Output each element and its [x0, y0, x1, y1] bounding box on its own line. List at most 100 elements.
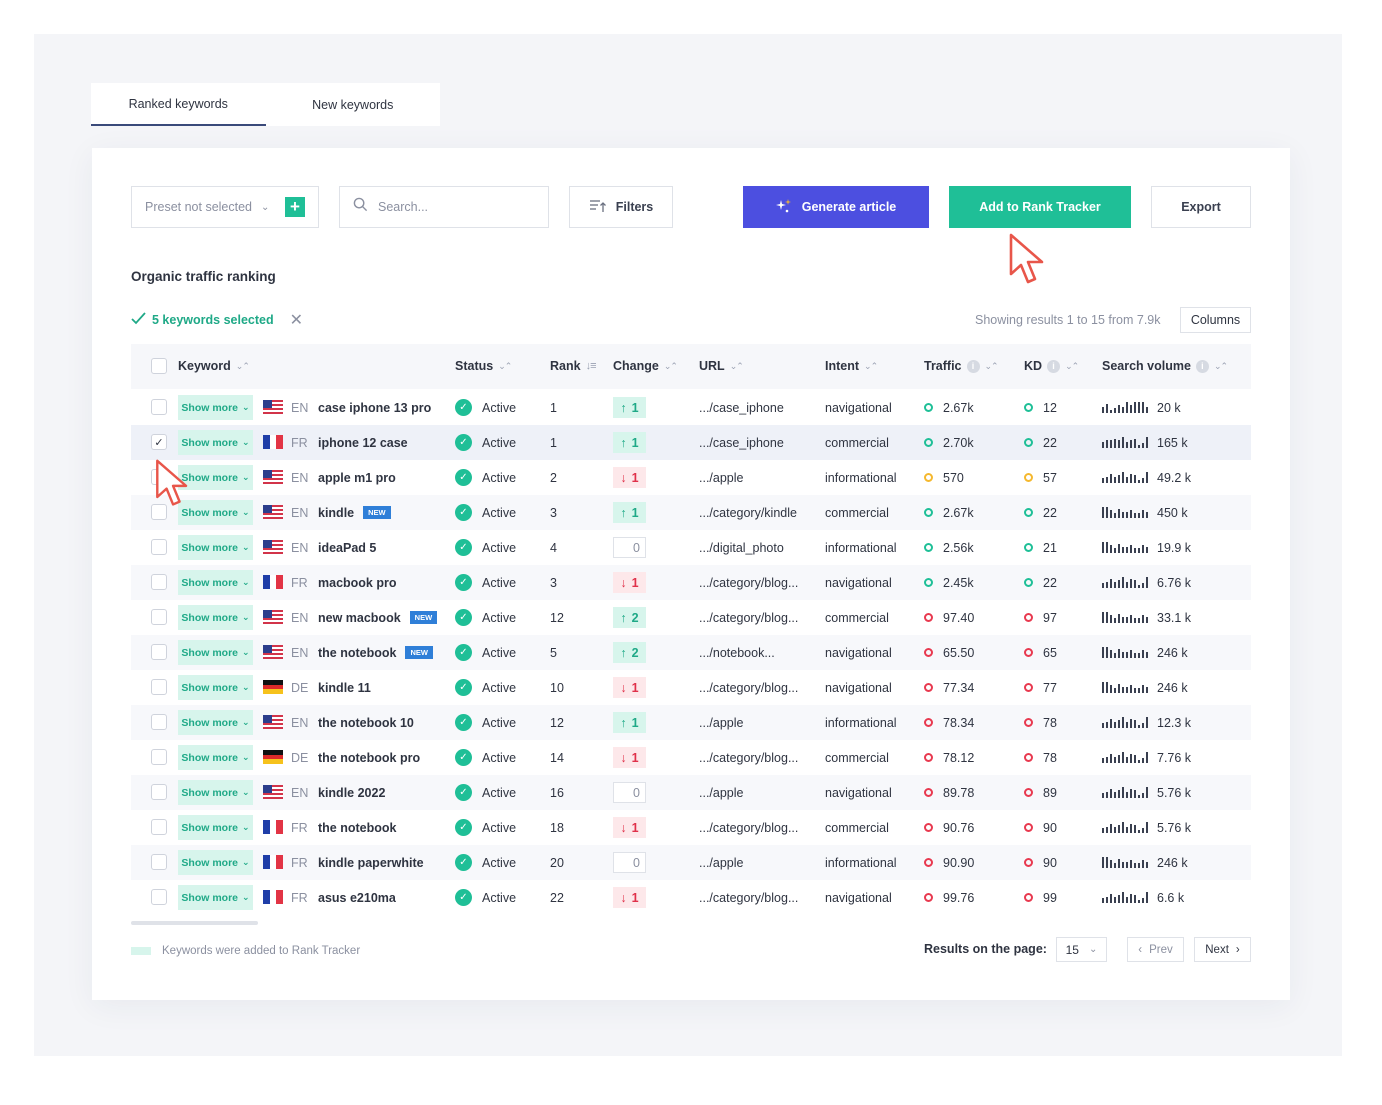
url-link[interactable]: .../category/blog... [699, 740, 798, 775]
url-link[interactable]: .../category/blog... [699, 810, 798, 845]
row-checkbox[interactable]: ✓ [151, 434, 167, 450]
keyword-cell[interactable]: macbook pro [318, 565, 397, 600]
header-intent[interactable]: Intent ⌄⌃ [825, 359, 878, 373]
show-more-button[interactable]: Show more ⌄ [178, 675, 253, 700]
columns-button[interactable]: Columns [1180, 307, 1251, 333]
search-input[interactable] [378, 200, 528, 214]
next-page-button[interactable]: Next › [1194, 937, 1251, 962]
table-row[interactable]: Show more ⌄ DE kindle 11 ✓ Active 10 ↓ 1 ..… [131, 670, 1251, 705]
row-checkbox[interactable] [151, 679, 167, 695]
row-checkbox[interactable] [151, 854, 167, 870]
url-link[interactable]: .../category/blog... [699, 880, 798, 915]
table-row[interactable]: Show more ⌄ DE the notebook pro ✓ Active 1… [131, 740, 1251, 775]
table-row[interactable]: Show more ⌄ EN apple m1 pro ✓ Active 2 ↓ 1 … [131, 460, 1251, 495]
keyword-cell[interactable]: kindle NEW [318, 495, 391, 530]
show-more-button[interactable]: Show more ⌄ [178, 780, 253, 805]
url-link[interactable]: .../digital_photo [699, 530, 784, 565]
info-icon[interactable]: i [1195, 359, 1209, 373]
tab-new-keywords[interactable]: New keywords [266, 83, 441, 126]
url-link[interactable]: .../category/blog... [699, 565, 798, 600]
export-button[interactable]: Export [1151, 186, 1251, 228]
show-more-button[interactable]: Show more ⌄ [178, 815, 253, 840]
filters-button[interactable]: Filters [569, 186, 673, 228]
table-row[interactable]: Show more ⌄ FR the notebook ✓ Active 18 ↓ 1… [131, 810, 1251, 845]
url-link[interactable]: .../apple [699, 845, 743, 880]
row-checkbox[interactable] [151, 539, 167, 555]
table-row[interactable]: Show more ⌄ EN case iphone 13 pro ✓ Active… [131, 390, 1251, 425]
show-more-button[interactable]: Show more ⌄ [178, 640, 253, 665]
show-more-button[interactable]: Show more ⌄ [178, 605, 253, 630]
table-row[interactable]: Show more ⌄ EN kindle NEW ✓ Active 3 ↑ 1 ...… [131, 495, 1251, 530]
row-checkbox[interactable] [151, 714, 167, 730]
clear-selection-icon[interactable]: ✕ [290, 310, 303, 330]
keyword-cell[interactable]: ideaPad 5 [318, 530, 376, 565]
url-link[interactable]: .../case_iphone [699, 390, 784, 425]
row-checkbox[interactable] [151, 784, 167, 800]
url-link[interactable]: .../category/kindle [699, 495, 797, 530]
horizontal-scrollbar[interactable] [131, 921, 258, 925]
url-link[interactable]: .../notebook... [699, 635, 775, 670]
keyword-cell[interactable]: case iphone 13 pro [318, 390, 431, 425]
header-search-volume[interactable]: Search volume i ⌄⌃ [1102, 359, 1228, 373]
volume-value: 5.76 k [1157, 820, 1192, 835]
row-checkbox[interactable] [151, 749, 167, 765]
select-all-checkbox[interactable] [151, 358, 167, 374]
show-more-button[interactable]: Show more ⌄ [178, 570, 253, 595]
keyword-cell[interactable]: iphone 12 case [318, 425, 408, 460]
table-row[interactable]: ✓ Show more ⌄ FR iphone 12 case ✓ Active 1… [131, 425, 1251, 460]
table-row[interactable]: Show more ⌄ FR kindle paperwhite ✓ Active … [131, 845, 1251, 880]
table-row[interactable]: Show more ⌄ EN the notebook NEW ✓ Active 5 … [131, 635, 1251, 670]
show-more-button[interactable]: Show more ⌄ [178, 395, 253, 420]
header-change[interactable]: Change ⌄⌃ [613, 359, 678, 373]
header-traffic[interactable]: Traffic i ⌄⌃ [924, 359, 999, 373]
url-link[interactable]: .../category/blog... [699, 600, 798, 635]
show-more-button[interactable]: Show more ⌄ [178, 850, 253, 875]
table-row[interactable]: Show more ⌄ EN kindle 2022 ✓ Active 16 0 .… [131, 775, 1251, 810]
url-link[interactable]: .../case_iphone [699, 425, 784, 460]
table-row[interactable]: Show more ⌄ FR macbook pro ✓ Active 3 ↓ 1 .… [131, 565, 1251, 600]
table-row[interactable]: Show more ⌄ EN the notebook 10 ✓ Active 12… [131, 705, 1251, 740]
info-icon[interactable]: i [966, 359, 980, 373]
keyword-cell[interactable]: kindle 11 [318, 670, 371, 705]
url-link[interactable]: .../apple [699, 460, 743, 495]
header-kd[interactable]: KD i ⌄⌃ [1024, 359, 1079, 373]
results-per-page-select[interactable]: 15 ⌄ [1056, 937, 1107, 962]
show-more-button[interactable]: Show more ⌄ [178, 535, 253, 560]
keyword-cell[interactable]: new macbook NEW [318, 600, 438, 635]
header-rank[interactable]: Rank ↓≡ [550, 359, 596, 373]
row-checkbox[interactable] [151, 399, 167, 415]
keyword-cell[interactable]: the notebook NEW [318, 635, 433, 670]
row-checkbox[interactable] [151, 644, 167, 660]
keyword-cell[interactable]: apple m1 pro [318, 460, 396, 495]
url-link[interactable]: .../apple [699, 705, 743, 740]
prev-page-button[interactable]: ‹ Prev [1127, 937, 1184, 962]
add-preset-icon[interactable]: + [285, 197, 305, 217]
info-icon[interactable]: i [1047, 359, 1061, 373]
row-checkbox[interactable] [151, 889, 167, 905]
table-row[interactable]: Show more ⌄ EN ideaPad 5 ✓ Active 4 0 .../… [131, 530, 1251, 565]
preset-select[interactable]: Preset not selected ⌄ + [131, 186, 319, 228]
show-more-button[interactable]: Show more ⌄ [178, 430, 253, 455]
generate-article-button[interactable]: Generate article [743, 186, 929, 228]
keyword-cell[interactable]: kindle 2022 [318, 775, 385, 810]
show-more-button[interactable]: Show more ⌄ [178, 710, 253, 735]
header-url[interactable]: URL ⌄⌃ [699, 359, 744, 373]
keyword-cell[interactable]: kindle paperwhite [318, 845, 424, 880]
keyword-cell[interactable]: the notebook pro [318, 740, 420, 775]
keyword-cell[interactable]: the notebook 10 [318, 705, 414, 740]
keyword-cell[interactable]: the notebook [318, 810, 396, 845]
row-checkbox[interactable] [151, 819, 167, 835]
header-keyword[interactable]: Keyword ⌄⌃ [178, 359, 250, 373]
row-checkbox[interactable] [151, 574, 167, 590]
show-more-button[interactable]: Show more ⌄ [178, 745, 253, 770]
table-row[interactable]: Show more ⌄ EN new macbook NEW ✓ Active 12 … [131, 600, 1251, 635]
header-status[interactable]: Status ⌄⌃ [455, 359, 512, 373]
add-to-rank-tracker-button[interactable]: Add to Rank Tracker [949, 186, 1131, 228]
url-link[interactable]: .../category/blog... [699, 670, 798, 705]
show-more-button[interactable]: Show more ⌄ [178, 885, 253, 910]
tab-ranked-keywords[interactable]: Ranked keywords [91, 83, 266, 126]
row-checkbox[interactable] [151, 609, 167, 625]
url-link[interactable]: .../apple [699, 775, 743, 810]
keyword-cell[interactable]: asus e210ma [318, 880, 396, 915]
table-row[interactable]: Show more ⌄ FR asus e210ma ✓ Active 22 ↓ 1 … [131, 880, 1251, 915]
